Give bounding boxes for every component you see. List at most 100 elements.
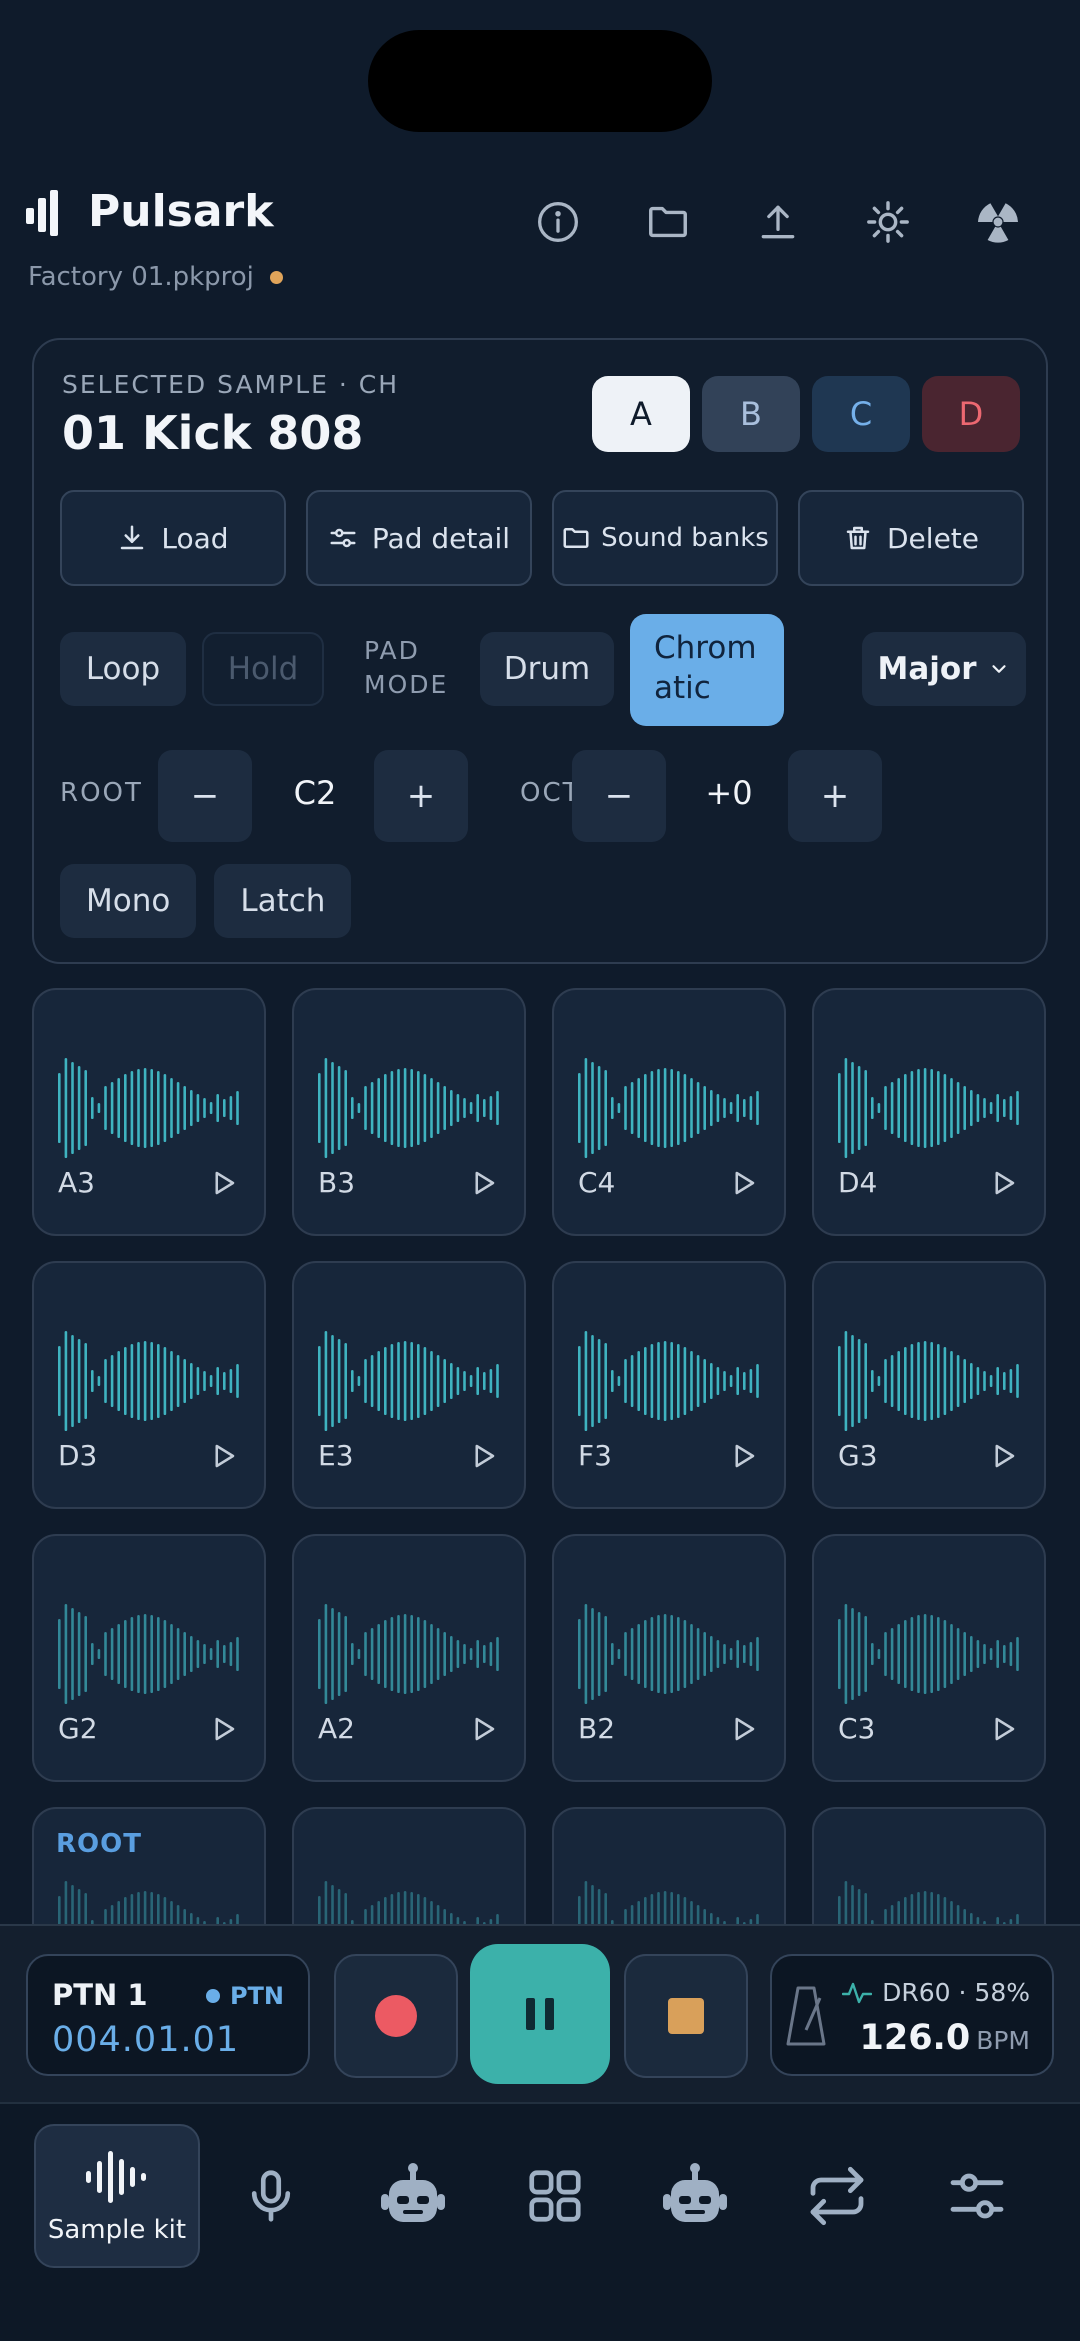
play-icon[interactable] (208, 1168, 238, 1198)
waveform-bar (630, 1355, 634, 1407)
waveform-bar (64, 1058, 68, 1158)
sample-pad-g2[interactable]: G2 (32, 1534, 266, 1782)
play-icon[interactable] (728, 1714, 758, 1744)
sample-pad-e3[interactable]: E3 (292, 1261, 526, 1509)
waveform-bar (683, 1620, 687, 1688)
stop-button[interactable] (624, 1954, 748, 2078)
tempo-display[interactable]: DR60 · 58% 126.0 BPM (770, 1954, 1054, 2076)
play-icon[interactable] (208, 1714, 238, 1744)
play-icon[interactable] (468, 1168, 498, 1198)
waveform-icon (578, 1058, 759, 1158)
sound-banks-button[interactable]: Sound banks (552, 490, 778, 586)
waveform-bar (749, 1096, 753, 1120)
play-icon[interactable] (468, 1714, 498, 1744)
octave-decrement-button[interactable]: − (572, 750, 666, 842)
chevron-down-icon (992, 665, 1007, 673)
root-decrement-button[interactable]: − (158, 750, 252, 842)
sample-pad-d4[interactable]: D4 (812, 988, 1046, 1236)
pad-detail-button[interactable]: Pad detail (306, 490, 532, 586)
waveform-bar (597, 1612, 601, 1696)
waveform-bar (469, 1648, 473, 1660)
pad-note-label: B3 (318, 1166, 356, 1199)
play-icon[interactable] (988, 1168, 1018, 1198)
octave-increment-button[interactable]: + (788, 750, 882, 842)
waveform-bar (956, 1355, 960, 1407)
sample-pad-a3[interactable]: A3 (32, 988, 266, 1236)
waveform-bar (617, 1103, 621, 1113)
waveform-bar (337, 1339, 341, 1423)
waveform-bar (663, 1068, 667, 1148)
nav-sample-kit[interactable]: Sample kit (34, 2124, 200, 2268)
waveform-bar (650, 1071, 654, 1145)
load-button[interactable]: Load (60, 490, 286, 586)
waveform-bar (710, 1090, 713, 1126)
play-icon[interactable] (988, 1714, 1018, 1744)
hold-toggle[interactable]: Hold (202, 632, 324, 706)
channel-d-button[interactable]: D (922, 376, 1020, 452)
waveform-bar (851, 1062, 854, 1154)
channel-a-button[interactable]: A (592, 376, 690, 452)
export-button[interactable] (748, 192, 808, 252)
waveform-bar (910, 1617, 914, 1691)
play-icon[interactable] (208, 1441, 238, 1471)
play-icon[interactable] (988, 1441, 1018, 1471)
latch-toggle[interactable]: Latch (214, 864, 352, 938)
nav-mixer[interactable] (894, 2124, 1060, 2268)
waveform-bar (450, 1090, 453, 1126)
waveform-bar (743, 1645, 746, 1663)
drum-mode-button[interactable]: Drum (480, 632, 614, 706)
sample-pad-b2[interactable]: B2 (552, 1534, 786, 1782)
waveform-bar (756, 1637, 759, 1671)
bpm-value: 126.0 (859, 2018, 971, 2058)
sample-pad-c3[interactable]: C3 (812, 1534, 1046, 1782)
scale-dropdown[interactable]: Major (862, 632, 1026, 706)
mono-toggle[interactable]: Mono (60, 864, 197, 938)
play-icon[interactable] (468, 1441, 498, 1471)
waveform-bar (157, 1071, 160, 1145)
waveform-bar (657, 1615, 660, 1693)
sample-pad-a2[interactable]: A2 (292, 1534, 526, 1782)
waveform-bar (117, 1351, 120, 1411)
pause-button[interactable] (470, 1944, 610, 2084)
waveform-bar (223, 1099, 226, 1117)
waveform-bar (703, 1086, 706, 1130)
channel-c-button[interactable]: C (812, 376, 910, 452)
waveform-bar (58, 1346, 61, 1416)
sample-pad-d3[interactable]: D3 (32, 1261, 266, 1509)
waveform-bar (229, 1642, 233, 1666)
loop-toggle[interactable]: Loop (60, 632, 186, 706)
waveform-bar (970, 1090, 973, 1126)
waveform-bar (890, 1355, 894, 1407)
project-file[interactable]: Factory 01.pkproj (28, 262, 283, 292)
waveform-bar (423, 1347, 427, 1415)
info-button[interactable] (528, 192, 588, 252)
waveform-bar (216, 1640, 219, 1668)
sample-pad-f3[interactable]: F3 (552, 1261, 786, 1509)
settings-button[interactable] (858, 192, 918, 252)
sample-pad-b3[interactable]: B3 (292, 988, 526, 1236)
waveform-bar (91, 1643, 94, 1665)
waveform-bar (624, 1086, 627, 1130)
waveform-bar (857, 1066, 861, 1150)
waveform-bar (749, 1642, 753, 1666)
waveform-bar (670, 1615, 673, 1693)
play-icon[interactable] (728, 1168, 758, 1198)
root-increment-button[interactable]: + (374, 750, 468, 842)
sample-pad-c4[interactable]: C4 (552, 988, 786, 1236)
open-folder-button[interactable] (638, 192, 698, 252)
delete-button[interactable]: Delete (798, 490, 1024, 586)
sample-pad-g3[interactable]: G3 (812, 1261, 1046, 1509)
play-icon[interactable] (728, 1441, 758, 1471)
record-button[interactable] (334, 1954, 458, 2078)
waveform-bar (170, 1624, 173, 1684)
waveform-bar (904, 1074, 907, 1142)
pattern-display[interactable]: PTN 1 PTN 004.01.01 (26, 1954, 310, 2076)
waveform-bar (703, 1359, 706, 1403)
chromatic-mode-button[interactable]: Chrom atic (630, 614, 784, 726)
waveform-bar (351, 1643, 354, 1665)
channel-b-button[interactable]: B (702, 376, 800, 452)
radiation-button[interactable] (968, 192, 1028, 252)
waveform-bar (84, 1343, 87, 1419)
waveform-bar (236, 1637, 239, 1671)
waveform-bar (696, 1082, 700, 1134)
